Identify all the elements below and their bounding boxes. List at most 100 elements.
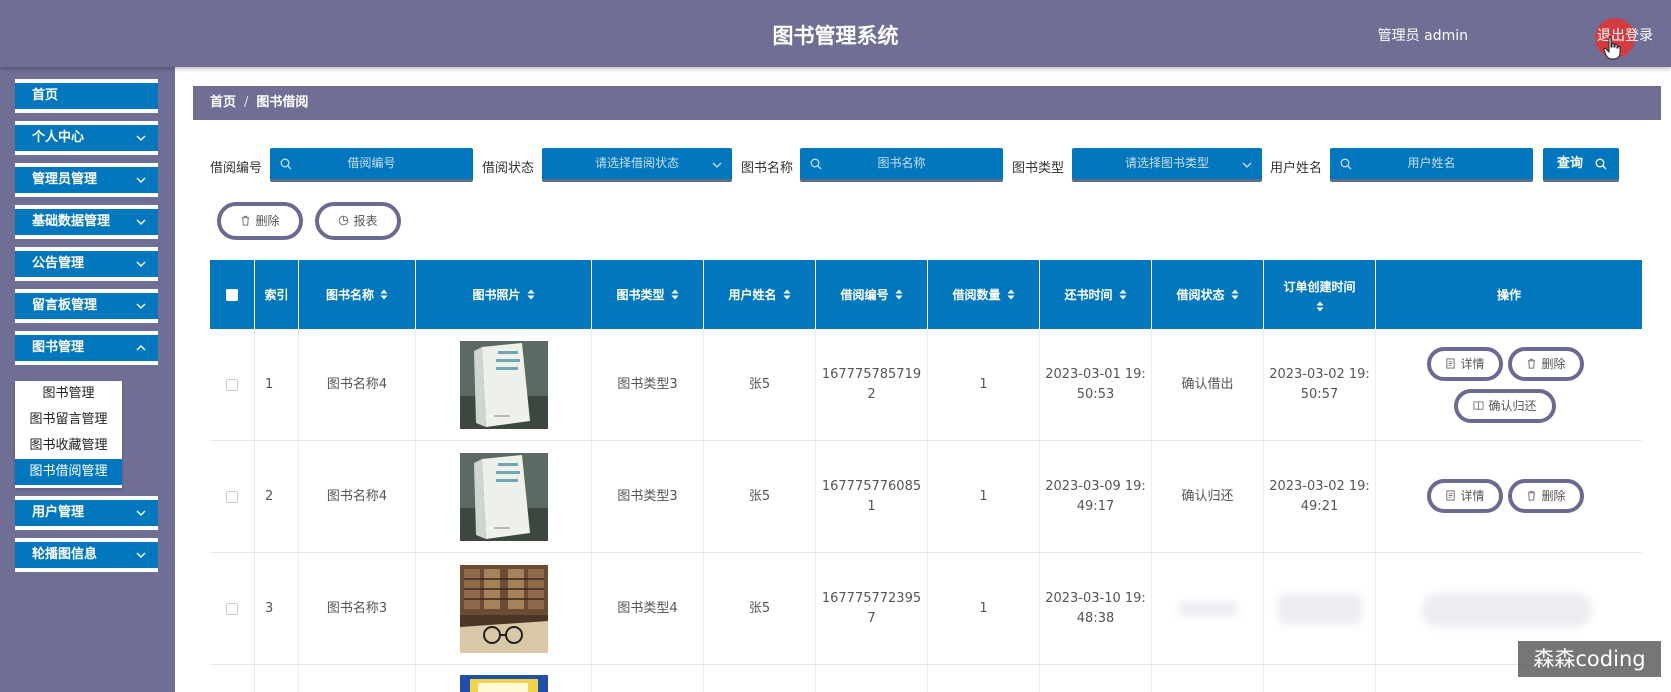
sidebar-item-message-board[interactable]: 留言板管理 [15,289,158,323]
submenu-item-book-messages[interactable]: 图书留言管理 [15,407,122,433]
user-name-placeholder: 用户姓名 [1407,156,1456,170]
borrow-no-cell: 167775785719 2 [816,329,928,440]
hand-cursor-icon [1603,36,1621,60]
submenu-item-book-favorites[interactable]: 图书收藏管理 [15,433,122,459]
breadcrumb-home[interactable]: 首页 [210,95,236,110]
user-name-cell: 张5 [704,329,816,440]
delete-label: 删除 [1541,489,1566,503]
column-header-status[interactable]: 借阅状态 [1152,260,1264,329]
sort-icon [1007,289,1014,300]
status-cell: 确认归还 [1152,441,1264,552]
sidebar-item-book-management[interactable]: 图书管理 [15,331,158,365]
query-button[interactable]: 查询 [1543,148,1619,182]
submenu-item-books[interactable]: 图书管理 [15,381,122,407]
delete-button[interactable]: 删除 [1508,347,1584,381]
row-checkbox[interactable] [226,378,238,391]
confirm-return-button[interactable]: 确认归还 [1454,389,1556,423]
detail-label: 详情 [1460,489,1485,503]
book-name-input[interactable]: 图书名称 [800,148,1003,182]
book-name-cell: 图书名称3 [299,553,416,664]
detail-button[interactable]: 详情 [1427,347,1503,381]
column-label: 图书类型 [616,288,665,302]
book-cover-image[interactable] [459,340,548,429]
sidebar-item-admin-management[interactable]: 管理员管理 [15,163,158,197]
sidebar-item-personal-center[interactable]: 个人中心 [15,121,158,155]
column-header-book-type[interactable]: 图书类型 [592,260,704,329]
return-time-cell: 2023-03-01 19: 50:53 [1040,329,1152,440]
document-icon [1446,490,1456,501]
pie-chart-icon [339,215,349,226]
report-button[interactable]: 报表 [315,202,401,240]
sidebar-item-label: 用户管理 [32,505,85,520]
batch-delete-button[interactable]: 删除 [217,202,303,240]
borrow-no-label: 借阅编号 [210,161,263,176]
borrow-no-line: 167775776085 [821,478,922,494]
book-type-select[interactable]: 请选择图书类型 [1072,148,1262,182]
chevron-down-icon [136,135,146,141]
column-header-quantity[interactable]: 借阅数量 [928,260,1040,329]
top-header: 图书管理系统 管理员 admin 退出登录 [0,0,1671,67]
borrow-no-input[interactable]: 借阅编号 [270,148,473,182]
search-icon [810,158,822,170]
return-time-line: 48:38 [1076,610,1115,626]
row-checkbox[interactable] [226,602,238,615]
book-name-label: 图书名称 [741,161,794,176]
sidebar-item-basic-data[interactable]: 基础数据管理 [15,205,158,239]
return-time-line: 2023-03-01 19: [1045,366,1146,382]
table-row: 1 图书名称4 图书类型3 张5 167775785719 2 1 2023-0… [210,329,1642,441]
submenu-item-book-borrowing[interactable]: 图书借阅管理 [15,459,122,485]
breadcrumb: 首页 / 图书借阅 [193,86,1661,120]
detail-button[interactable]: 详情 [1427,479,1503,513]
sidebar-item-carousel[interactable]: 轮播图信息 [15,538,158,572]
sidebar-item-home[interactable]: 首页 [15,79,158,113]
watermark: 森森coding [1518,641,1661,677]
row-checkbox[interactable] [226,490,238,503]
borrow-no-cell: 167775772395 7 [816,553,928,664]
borrow-no-line: 167775785719 [821,366,922,382]
book-name-cell [299,665,416,692]
user-name-label: 用户姓名 [1270,161,1323,176]
sidebar-item-label: 基础数据管理 [32,214,111,229]
blurred-actions [1422,593,1592,627]
return-time-cell [1040,665,1152,692]
column-label: 索引 [264,288,289,302]
book-type-cell: 图书类型3 [592,329,704,440]
created-time-line: 2023-03-02 19: [1269,478,1370,494]
search-icon [1340,158,1352,170]
book-cover-image[interactable] [459,452,548,541]
user-name-input[interactable]: 用户姓名 [1330,148,1533,182]
status-select[interactable]: 请选择借阅状态 [542,148,732,182]
column-header-borrow-no[interactable]: 借阅编号 [816,260,928,329]
quantity-cell: 1 [928,441,1040,552]
actions-cell: 详情 删除 确认归还 [1376,329,1642,440]
column-header-book-photo[interactable]: 图书照片 [416,260,592,329]
trash-icon [1528,358,1536,369]
book-cover-image[interactable] [459,675,548,692]
sidebar-item-label: 图书管理 [32,340,85,355]
column-header-created-time[interactable]: 订单创建时间 [1264,260,1376,329]
header-select-cell [210,260,255,329]
sidebar-item-user-management[interactable]: 用户管理 [15,496,158,530]
select-cell [210,553,255,664]
sidebar-item-label: 管理员管理 [32,172,98,187]
sidebar-item-label: 首页 [32,88,59,103]
column-header-user-name[interactable]: 用户姓名 [704,260,816,329]
quantity-cell [928,665,1040,692]
admin-label: 管理员 admin [1377,28,1468,44]
created-time-line: 49:21 [1300,498,1339,514]
library-glasses-image[interactable] [459,564,548,653]
actions-cell: 详情 删除 [1376,441,1642,552]
return-time-cell: 2023-03-09 19: 49:17 [1040,441,1152,552]
quantity-cell: 1 [928,553,1040,664]
column-header-return-time[interactable]: 还书时间 [1040,260,1152,329]
book-type-cell: 图书类型3 [592,441,704,552]
borrow-no-line: 2 [867,386,876,402]
table-header: 索引 图书名称 图书照片 图书类型 用户姓名 借阅编号 借阅数量 还书时间 借阅… [210,260,1642,329]
column-label: 借阅编号 [840,288,889,302]
select-all-checkbox[interactable] [226,288,238,301]
column-header-book-name[interactable]: 图书名称 [299,260,416,329]
sidebar-item-announcements[interactable]: 公告管理 [15,247,158,281]
borrow-no-line: 7 [867,610,876,626]
column-label: 图书名称 [325,288,374,302]
delete-button[interactable]: 删除 [1508,479,1584,513]
